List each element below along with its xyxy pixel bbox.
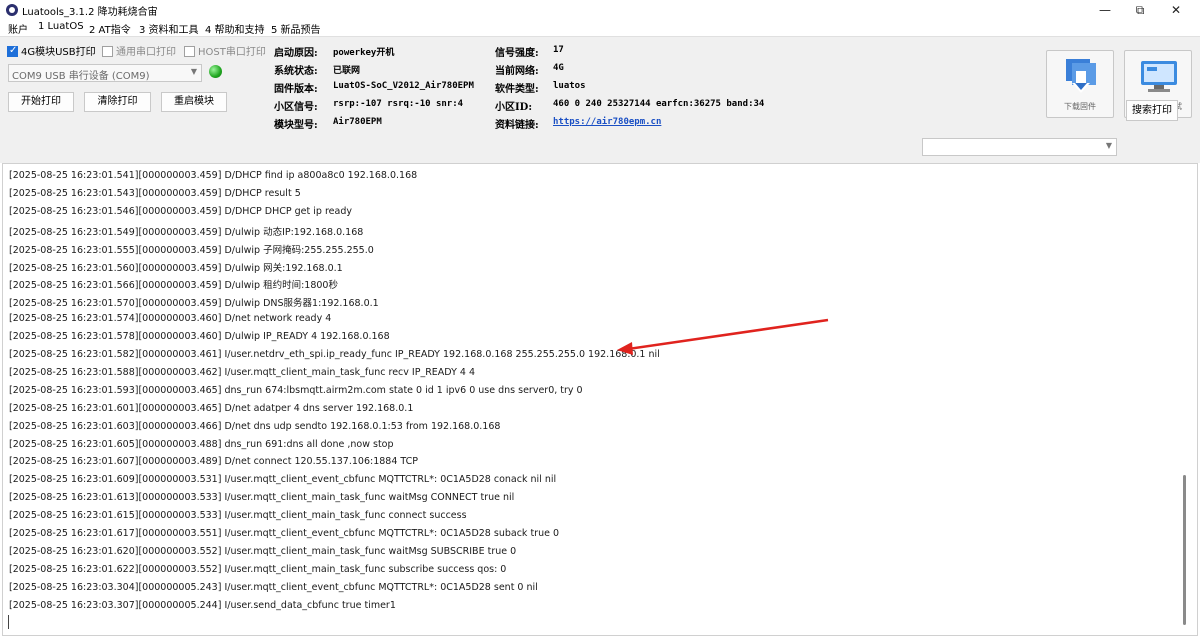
boot-reason-label: 启动原因: [274, 48, 318, 59]
module-model-label: 模块型号: [274, 120, 318, 131]
start-print-button[interactable]: 开始打印 [8, 92, 74, 112]
software-type-value: luatos [553, 81, 586, 91]
download-firmware-button[interactable]: 下载固件 [1046, 50, 1114, 118]
menu-bar: 账户 1 LuatOS 2 AT指令 3 资料和工具 4 帮助和支持 5 新品预… [0, 20, 1200, 36]
log-line: [2025-08-25 16:23:01.588][000000003.462]… [9, 366, 476, 378]
usb-print-checkbox[interactable]: 4G模块USB打印 [7, 43, 96, 58]
serial-print-checkbox[interactable]: 通用串口打印 [102, 43, 176, 58]
menu-docs-tools[interactable]: 3 资料和工具 [139, 21, 199, 36]
minimize-button[interactable]: — [1087, 0, 1123, 20]
log-line: [2025-08-25 16:23:01.546][000000003.459]… [9, 205, 352, 217]
window-title: Luatools_3.1.2 降功耗烧合宙 [22, 7, 158, 18]
app-logo-icon [6, 4, 18, 16]
log-line: [2025-08-25 16:23:01.574][000000003.460]… [9, 313, 332, 325]
menu-at-commands[interactable]: 2 AT指令 [89, 21, 131, 36]
log-line: [2025-08-25 16:23:01.603][000000003.466]… [9, 420, 501, 432]
menu-help-support[interactable]: 4 帮助和支持 [205, 21, 265, 36]
chevron-down-icon: ▼ [1105, 141, 1112, 150]
log-line: [2025-08-25 16:23:01.607][000000003.489]… [9, 456, 419, 468]
close-button[interactable]: ✕ [1158, 0, 1194, 20]
monitor-icon [1141, 61, 1177, 92]
log-line: [2025-08-25 16:23:01.555][000000003.459]… [9, 244, 374, 256]
cell-signal-value: rsrp:-107 rsrq:-10 snr:4 [333, 99, 464, 109]
system-status-label: 系统状态: [274, 66, 318, 77]
connection-status-indicator [209, 65, 222, 78]
checkbox-empty-icon [184, 46, 195, 57]
title-bar: Luatools_3.1.2 降功耗烧合宙 — ⧉ ✕ [0, 0, 1200, 20]
menu-luatos[interactable]: 1 LuatOS [38, 21, 84, 32]
port-select[interactable]: COM9 USB 串行设备 (COM9) ▼ [8, 64, 202, 82]
docs-link-label: 资料链接: [495, 120, 539, 131]
log-line: [2025-08-25 16:23:01.582][000000003.461]… [9, 349, 660, 360]
checkbox-checked-icon [7, 45, 18, 57]
clear-print-button[interactable]: 清除打印 [84, 92, 151, 112]
log-line: [2025-08-25 16:23:01.605][000000003.488]… [9, 438, 394, 450]
log-line: [2025-08-25 16:23:03.304][000000005.243]… [9, 581, 538, 593]
control-panel: 4G模块USB打印 通用串口打印 HOST串口打印 COM9 USB 串行设备 … [0, 36, 1200, 163]
log-line: [2025-08-25 16:23:01.617][000000003.551]… [9, 528, 560, 539]
log-line: [2025-08-25 16:23:01.578][000000003.460]… [9, 331, 390, 343]
log-line: [2025-08-25 16:23:03.307][000000005.244]… [9, 599, 396, 611]
search-print-button[interactable]: 搜索打印 [1126, 100, 1178, 121]
log-line: [2025-08-25 16:23:01.549][000000003.459]… [9, 226, 364, 238]
log-line: [2025-08-25 16:23:01.609][000000003.531]… [9, 474, 557, 486]
chevron-down-icon: ▼ [190, 67, 197, 76]
text-caret [8, 615, 9, 629]
software-type-label: 软件类型: [495, 84, 539, 95]
current-network-value: 4G [553, 63, 564, 73]
log-line: [2025-08-25 16:23:01.541][000000003.459]… [9, 170, 418, 181]
cell-id-value: 460 0 240 25327144 earfcn:36275 band:34 [553, 99, 765, 109]
download-firmware-label: 下载固件 [1064, 102, 1096, 111]
log-line: [2025-08-25 16:23:01.613][000000003.533]… [9, 492, 515, 504]
current-network-label: 当前网络: [495, 66, 539, 77]
log-line: [2025-08-25 16:23:01.593][000000003.465]… [9, 384, 583, 396]
firmware-version-value: LuatOS-SoC_V2012_Air780EPM [333, 81, 474, 91]
firmware-version-label: 固件版本: [274, 84, 318, 95]
system-status-value: 已联网 [333, 66, 361, 76]
log-line: [2025-08-25 16:23:01.570][000000003.459]… [9, 298, 379, 310]
log-line: [2025-08-25 16:23:01.615][000000003.533]… [9, 510, 467, 522]
signal-strength-value: 17 [553, 45, 564, 55]
log-line: [2025-08-25 16:23:01.566][000000003.459]… [9, 280, 338, 292]
checkbox-empty-icon [102, 46, 113, 57]
log-line: [2025-08-25 16:23:01.543][000000003.459]… [9, 187, 301, 199]
host-serial-print-checkbox[interactable]: HOST串口打印 [184, 43, 266, 58]
maximize-button[interactable]: ⧉ [1122, 0, 1158, 20]
scrollbar-thumb[interactable] [1183, 475, 1186, 625]
menu-new-products[interactable]: 5 新品预告 [271, 21, 321, 36]
log-line: [2025-08-25 16:23:01.601][000000003.465]… [9, 402, 414, 414]
log-line: [2025-08-25 16:23:01.560][000000003.459]… [9, 262, 343, 274]
search-keyword-select[interactable]: ▼ [922, 138, 1117, 156]
log-line: [2025-08-25 16:23:01.620][000000003.552]… [9, 545, 517, 557]
restart-module-button[interactable]: 重启模块 [161, 92, 227, 112]
menu-account[interactable]: 账户 [8, 21, 28, 36]
docs-link[interactable]: https://air780epm.cn [553, 117, 661, 127]
cell-id-label: 小区ID: [495, 102, 533, 113]
log-line: [2025-08-25 16:23:01.622][000000003.552]… [9, 563, 507, 575]
download-icon [1066, 59, 1096, 93]
module-model-value: Air780EPM [333, 117, 382, 127]
cell-signal-label: 小区信号: [274, 102, 318, 113]
boot-reason-value: powerkey开机 [333, 48, 395, 58]
signal-strength-label: 信号强度: [495, 48, 539, 59]
